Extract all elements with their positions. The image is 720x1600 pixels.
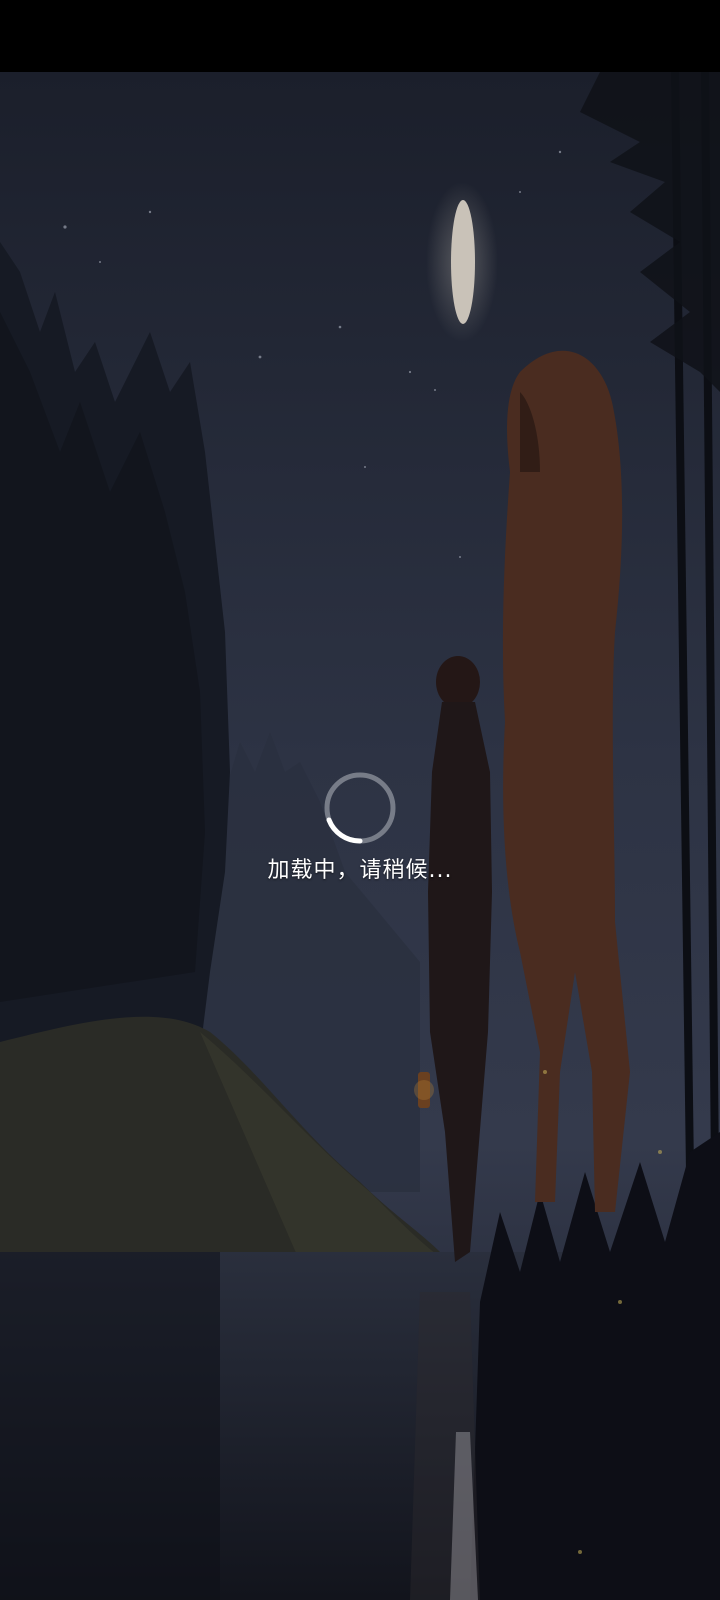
river-shadow	[0, 1252, 220, 1600]
moon	[451, 200, 475, 324]
lantern-glow	[414, 1080, 434, 1100]
loading-overlay: 加载中，请稍候...	[0, 770, 720, 900]
app-screen: 加载中，请稍候...	[0, 0, 720, 1600]
status-bar	[0, 0, 720, 72]
person-head	[436, 656, 480, 708]
loading-spinner-icon	[324, 772, 396, 844]
loading-text: 加载中，请稍候...	[267, 858, 453, 883]
